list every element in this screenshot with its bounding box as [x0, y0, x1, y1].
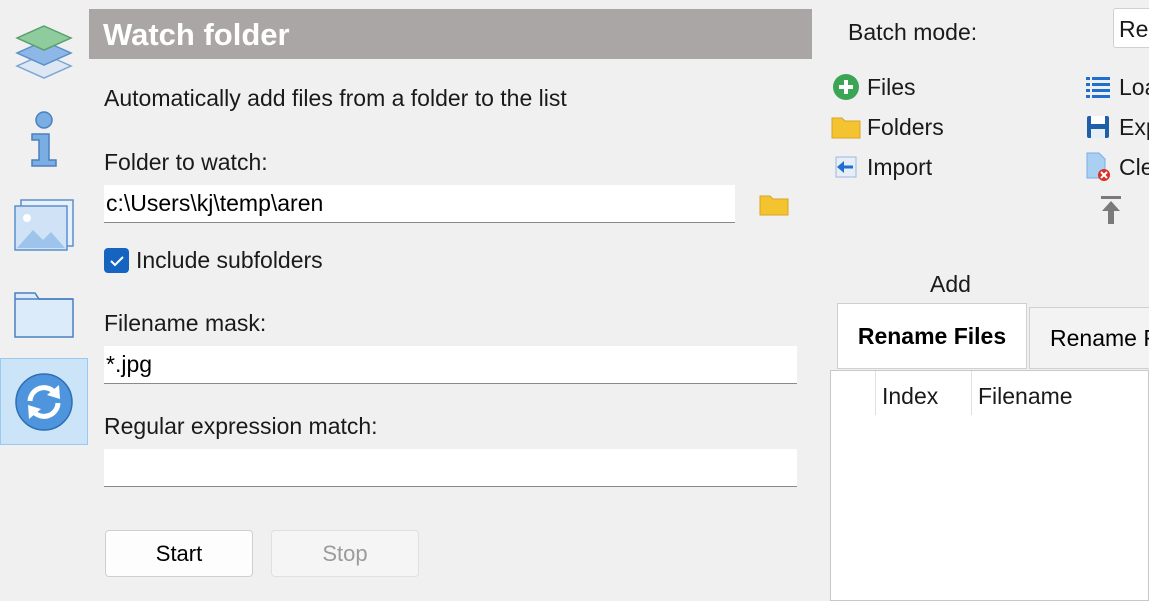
- include-subfolders-checkbox[interactable]: [104, 248, 129, 273]
- add-circle-icon: [831, 72, 861, 102]
- column-separator: [875, 371, 876, 415]
- batch-mode-select[interactable]: Ren: [1113, 8, 1149, 48]
- column-header-filename[interactable]: Filename: [978, 383, 1073, 410]
- regex-label: Regular expression match:: [104, 413, 378, 439]
- nav-layers[interactable]: [0, 14, 88, 84]
- clear-file-icon: [1083, 152, 1113, 182]
- description-text: Automatically add files from a folder to…: [104, 85, 567, 111]
- folder-label: Folder to watch:: [104, 149, 268, 175]
- move-up-icon: [1101, 196, 1121, 224]
- panel-header: Watch folder: [89, 9, 812, 59]
- move-up-button[interactable]: [1098, 194, 1124, 226]
- export-list-button[interactable]: Exp: [1083, 112, 1149, 142]
- load-list-label: Loa: [1119, 73, 1149, 100]
- import-label: Import: [867, 153, 933, 180]
- tab-rename-files[interactable]: Rename Files: [837, 303, 1027, 369]
- nav-folder[interactable]: [0, 280, 88, 346]
- load-list-button[interactable]: Loa: [1083, 72, 1149, 102]
- folder-icon: [831, 112, 861, 142]
- batch-mode-value: Ren: [1119, 16, 1149, 42]
- list-icon: [1083, 72, 1113, 102]
- info-icon: [31, 111, 57, 167]
- filename-mask-input[interactable]: [104, 346, 797, 384]
- column-separator: [971, 371, 972, 415]
- sync-icon: [15, 372, 73, 431]
- clear-list-button[interactable]: Cle: [1083, 152, 1149, 182]
- folder-browse-icon: [759, 195, 789, 216]
- import-icon: [831, 152, 861, 182]
- folder-icon: [14, 292, 74, 338]
- batch-mode-label: Batch mode:: [848, 19, 978, 45]
- nav-images[interactable]: [0, 192, 88, 258]
- browse-folder-button[interactable]: [758, 190, 792, 222]
- add-folders-label: Folders: [867, 113, 944, 140]
- folder-input[interactable]: [104, 185, 735, 223]
- stop-button[interactable]: Stop: [271, 530, 419, 577]
- regex-input[interactable]: [104, 449, 797, 487]
- add-files-label: Files: [867, 73, 916, 100]
- save-icon: [1083, 112, 1113, 142]
- page-title: Watch folder: [103, 17, 290, 52]
- file-list-grid[interactable]: Index Filename: [830, 370, 1149, 601]
- include-subfolders-row[interactable]: Include subfolders: [104, 247, 323, 274]
- clear-list-label: Cle: [1119, 153, 1149, 180]
- filename-mask-label: Filename mask:: [104, 310, 267, 336]
- nav-info[interactable]: [0, 104, 88, 174]
- export-list-label: Exp: [1119, 113, 1149, 140]
- add-files-button[interactable]: Files: [831, 72, 916, 102]
- nav-watch-folder[interactable]: [0, 358, 88, 445]
- start-button[interactable]: Start: [105, 530, 253, 577]
- import-button[interactable]: Import: [831, 152, 932, 182]
- column-header-index[interactable]: Index: [882, 383, 938, 410]
- left-nav: [0, 0, 90, 601]
- add-folders-button[interactable]: Folders: [831, 112, 944, 142]
- images-icon: [14, 199, 74, 251]
- checkmark-icon: [109, 255, 124, 266]
- tab-rename-folders[interactable]: Rename F: [1029, 307, 1149, 369]
- add-group-label: Add: [930, 271, 971, 297]
- include-subfolders-label: Include subfolders: [136, 247, 323, 273]
- layers-icon: [15, 25, 73, 79]
